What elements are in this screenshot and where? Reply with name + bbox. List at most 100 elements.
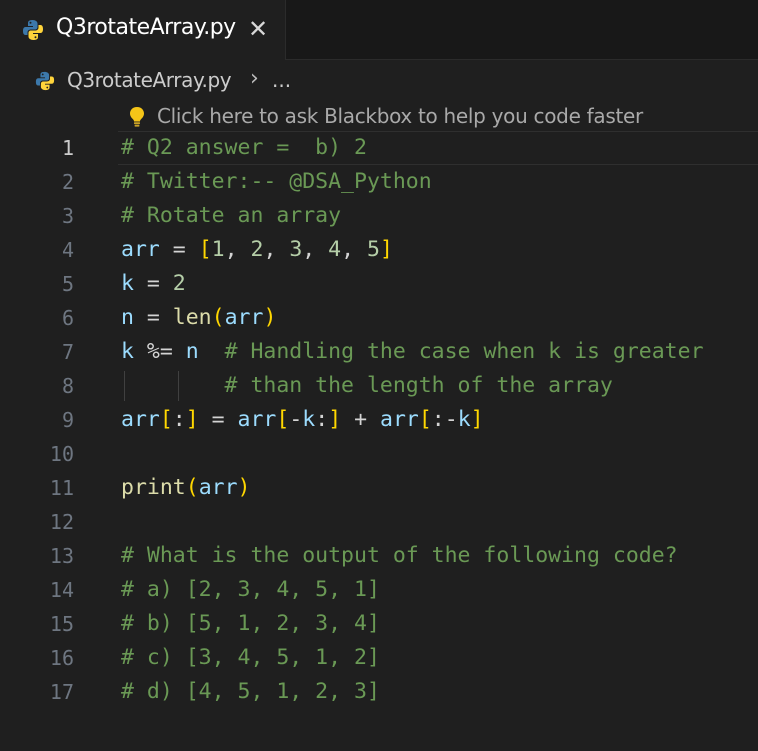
line-number: 13: [49, 544, 74, 568]
code-text: # Q2 answer = b) 2: [121, 131, 367, 165]
line-number: 3: [61, 204, 74, 228]
hint-text: Click here to ask Blackbox to help you c…: [157, 104, 643, 128]
code-token: [: [159, 407, 173, 432]
code-token: ]: [185, 407, 199, 432]
close-icon[interactable]: ✕: [246, 15, 270, 43]
breadcrumb: Q3rotateArray.py › ...: [0, 66, 758, 98]
code-line[interactable]: 4 arr = [1, 2, 3, 4, 5]: [0, 233, 758, 267]
code-text: print(arr): [121, 471, 250, 505]
code-text: # b) [5, 1, 2, 3, 4]: [121, 607, 380, 641]
code-token: +: [341, 407, 380, 432]
line-number: 12: [49, 510, 74, 534]
code-line[interactable]: 16 # c) [3, 4, 5, 1, 2]: [0, 641, 758, 675]
line-number: 10: [49, 442, 74, 466]
code-line[interactable]: 14 # a) [2, 3, 4, 5, 1]: [0, 573, 758, 607]
code-token: (: [185, 475, 199, 500]
code-token: %=: [133, 339, 186, 364]
tab-bar: Q3rotateArray.py ✕: [0, 0, 758, 60]
lightbulb-icon: [130, 107, 144, 127]
code-token: 3: [289, 237, 303, 262]
code-token: ,: [302, 237, 329, 262]
code-line[interactable]: 11 print(arr): [0, 471, 758, 505]
code-token: arr: [237, 407, 277, 432]
code-line[interactable]: 8 # than the length of the array: [0, 369, 758, 403]
code-line[interactable]: 12: [0, 505, 758, 539]
code-line[interactable]: 5 k = 2: [0, 267, 758, 301]
code-line[interactable]: 6 n = len(arr): [0, 301, 758, 335]
code-token: k: [121, 271, 134, 296]
code-token: # d) [4, 5, 1, 2, 3]: [121, 679, 380, 704]
code-token: # c) [3, 4, 5, 1, 2]: [121, 645, 380, 670]
code-token: arr: [198, 475, 238, 500]
code-line[interactable]: 3 # Rotate an array: [0, 199, 758, 233]
tab-q3rotatearray[interactable]: Q3rotateArray.py ✕: [0, 0, 286, 60]
python-icon: [35, 71, 55, 91]
code-token: ,: [263, 237, 290, 262]
code-line[interactable]: 2 # Twitter:-- @DSA_Python: [0, 165, 758, 199]
code-token: # Rotate an array: [121, 203, 342, 228]
code-token: n: [185, 339, 199, 364]
code-line[interactable]: 10: [0, 437, 758, 471]
breadcrumb-more[interactable]: ...: [272, 68, 291, 92]
code-text: # d) [4, 5, 1, 2, 3]: [121, 675, 380, 709]
code-editor[interactable]: 1 # Q2 answer = b) 2 2 # Twitter:-- @DSA_Py…: [0, 131, 758, 751]
breadcrumb-file[interactable]: Q3rotateArray.py: [67, 68, 232, 92]
line-number: 9: [61, 408, 74, 432]
code-token: ): [263, 305, 277, 330]
code-token: ): [237, 475, 251, 500]
code-token: 2: [250, 237, 264, 262]
line-number: 16: [49, 646, 74, 670]
python-icon: [23, 20, 43, 40]
code-text: # than the length of the array: [121, 369, 613, 403]
line-number: 11: [49, 476, 74, 500]
line-number: 15: [49, 612, 74, 636]
code-token: # a) [2, 3, 4, 5, 1]: [121, 577, 380, 602]
code-token: =: [159, 237, 199, 262]
code-token: :: [315, 407, 329, 432]
code-token: =: [198, 407, 238, 432]
code-token: 1: [211, 237, 225, 262]
code-token: [: [276, 407, 290, 432]
code-text: arr = [1, 2, 3, 4, 5]: [121, 233, 393, 267]
code-token: arr: [224, 305, 264, 330]
code-token: :-: [431, 407, 458, 432]
code-token: arr: [121, 237, 160, 262]
code-token: 4: [328, 237, 342, 262]
code-token: len: [172, 305, 212, 330]
code-text: # What is the output of the following co…: [121, 539, 678, 573]
code-text: k = 2: [121, 267, 186, 301]
tab-title: Q3rotateArray.py: [56, 15, 236, 40]
code-token: # Q2 answer = b) 2: [121, 135, 367, 160]
code-token: 5: [367, 237, 380, 262]
code-token: k: [121, 339, 134, 364]
code-token: arr: [380, 407, 419, 432]
line-number: 14: [49, 578, 74, 602]
code-line[interactable]: 15 # b) [5, 1, 2, 3, 4]: [0, 607, 758, 641]
code-token: print: [121, 475, 186, 500]
tab-bar-divider: [285, 59, 758, 60]
line-number: 7: [61, 340, 74, 364]
code-line[interactable]: 13 # What is the output of the following …: [0, 539, 758, 573]
chevron-right-icon: ›: [250, 66, 259, 91]
code-text: # Twitter:-- @DSA_Python: [121, 165, 432, 199]
code-text: arr[:] = arr[-k:] + arr[:-k]: [121, 403, 484, 437]
line-number: 17: [49, 680, 74, 704]
code-text: # Rotate an array: [121, 199, 341, 233]
blackbox-hint[interactable]: Click here to ask Blackbox to help you c…: [127, 102, 758, 132]
code-line[interactable]: 1 # Q2 answer = b) 2: [0, 131, 758, 165]
code-line[interactable]: 7 k %= n # Handling the case when k is gr…: [0, 335, 758, 369]
code-line[interactable]: 9 arr[:] = arr[-k:] + arr[:-k]: [0, 403, 758, 437]
code-token: # than the length of the array: [121, 373, 613, 398]
code-token: # Handling the case when k is greater: [198, 339, 704, 364]
code-token: =: [133, 305, 173, 330]
code-text: # a) [2, 3, 4, 5, 1]: [121, 573, 380, 607]
code-line[interactable]: 17 # d) [4, 5, 1, 2, 3]: [0, 675, 758, 709]
code-token: arr: [121, 407, 160, 432]
code-token: ]: [328, 407, 342, 432]
code-token: ]: [379, 237, 393, 262]
code-token: [: [418, 407, 432, 432]
line-number: 6: [61, 306, 74, 330]
code-token: ,: [224, 237, 251, 262]
line-number: 1: [61, 136, 74, 160]
code-token: # What is the output of the following co…: [121, 543, 678, 568]
